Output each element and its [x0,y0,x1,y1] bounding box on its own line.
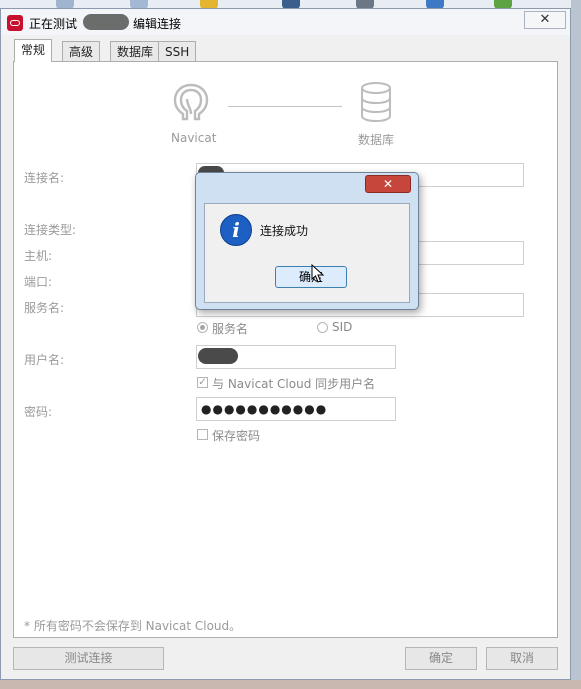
window-title-suffix: 编辑连接 [133,17,182,31]
database-icon [361,82,391,122]
navicat-caption: Navicat [171,131,217,145]
username-label: 用户名: [24,353,65,367]
host-label: 主机: [24,249,53,263]
test-connection-button[interactable]: 测试连接 [13,647,164,670]
cancel-button[interactable]: 取消 [486,647,558,670]
navicat-elephant-icon [173,83,209,121]
title-bar: 正在测试 编辑连接 ✕ [1,9,570,35]
message-body: i 连接成功 确定 [204,203,410,303]
save-password-label: 保存密码 [212,429,261,443]
sync-username-label: 与 Navicat Cloud 同步用户名 [212,377,376,391]
ok-button[interactable]: 确定 [405,647,477,670]
oracle-icon [7,15,23,31]
background-taskbar [0,680,581,689]
mouse-cursor-icon [311,264,325,283]
redacted-title-segment [83,14,129,30]
database-caption: 数据库 [358,133,395,147]
cloud-footnote: * 所有密码不会保存到 Navicat Cloud。 [24,619,242,633]
service-name-radio[interactable] [197,322,208,333]
tab-ssh[interactable]: SSH [158,41,197,61]
connection-type-label: 连接类型: [24,223,77,237]
message-close-button[interactable]: ✕ [365,175,411,193]
connection-name-label: 连接名: [24,171,65,185]
window-title: 正在测试 [29,17,78,31]
redacted-username [198,348,238,364]
message-text: 连接成功 [260,224,309,238]
sid-radio-label: SID [332,320,353,334]
service-name-radio-label: 服务名 [212,322,249,336]
tab-advanced[interactable]: 高级 [62,41,101,61]
tab-database[interactable]: 数据库 [110,41,161,61]
service-name-label: 服务名: [24,301,65,315]
background-edge [571,0,581,689]
connection-success-dialog: ✕ i 连接成功 确定 [195,172,419,310]
password-input[interactable]: ●●●●●●●●●●● [196,397,396,421]
window-close-button[interactable]: ✕ [524,11,566,29]
tab-general[interactable]: 常规 [14,39,53,62]
sid-radio[interactable] [317,322,328,333]
port-label: 端口: [24,275,53,289]
sync-username-checkbox[interactable]: ✓ [197,377,208,388]
save-password-checkbox[interactable] [197,429,208,440]
password-label: 密码: [24,405,53,419]
info-icon: i [220,214,252,246]
connection-line [228,106,342,107]
